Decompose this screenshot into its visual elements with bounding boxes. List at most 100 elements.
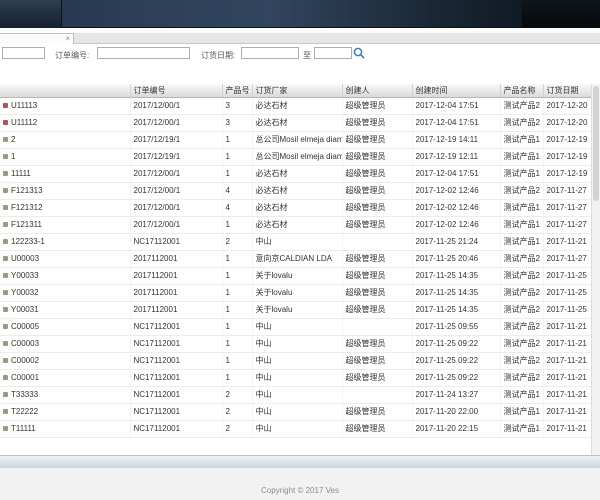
cell-created: 2017-12-02 12:46 xyxy=(412,216,501,234)
table-row[interactable]: T11111 NC17112001 2 中山 超级管理员 2017-11-20 … xyxy=(0,420,591,438)
filter-bar: 订单编号: 订货日期: 至 xyxy=(0,44,600,63)
cell-product-no: 1 xyxy=(222,131,253,149)
table-row[interactable]: Y00033 2017112001 1 关于lovalu 超级管理员 2017-… xyxy=(0,267,591,285)
cell-order-date: 2017-11-21 xyxy=(543,233,591,251)
cell-product-name: 测试产品2 xyxy=(500,301,544,319)
cell-creator: 超级管理员 xyxy=(342,335,413,353)
col-header-factory[interactable]: 订货厂家 xyxy=(252,84,343,98)
date-from-input[interactable] xyxy=(241,47,299,59)
cell-order-date: 2017-12-20 xyxy=(543,97,591,115)
col-header-order-date[interactable]: 订货日期 xyxy=(543,84,591,98)
cell-factory: 总公司Mosil elmeja diamonds fact xyxy=(252,131,343,149)
table-row[interactable]: C00002 NC17112001 1 中山 超级管理员 2017-11-25 … xyxy=(0,352,591,370)
cell-creator: 超级管理员 xyxy=(342,267,413,285)
cell-created: 2017-11-20 22:00 xyxy=(412,403,501,421)
cell-factory: 必达石材 xyxy=(252,216,343,234)
table-row[interactable]: U11113 2017/12/00/1 3 必达石材 超级管理员 2017-12… xyxy=(0,97,591,115)
row-status-icon xyxy=(3,425,8,431)
table-row[interactable]: C00001 NC17112001 1 中山 超级管理员 2017-11-25 … xyxy=(0,369,591,387)
scrollbar-thumb[interactable] xyxy=(593,86,599,201)
vertical-scrollbar[interactable] xyxy=(591,84,600,455)
table-row[interactable]: T22222 NC17112001 2 中山 超级管理员 2017-11-20 … xyxy=(0,403,591,421)
cell-creator: 超级管理员 xyxy=(342,131,413,149)
order-no-input[interactable] xyxy=(97,47,190,59)
cell-order-date: 2017-11-25 xyxy=(543,267,591,285)
cell-order-no: 2017/12/00/1 xyxy=(130,114,223,132)
cell-creator: 超级管理员 xyxy=(342,284,413,302)
order-date-label: 订货日期: xyxy=(201,51,236,60)
cell-factory: 中山 xyxy=(252,233,343,251)
cell-product-no: 1 xyxy=(222,216,253,234)
cell-id: C00003 xyxy=(0,335,131,353)
table-row[interactable]: Y00031 2017112001 1 关于lovalu 超级管理员 2017-… xyxy=(0,301,591,319)
table-row[interactable]: F121311 2017/12/00/1 1 必达石材 超级管理员 2017-1… xyxy=(0,216,591,234)
horizontal-scrollbar[interactable] xyxy=(0,455,600,467)
row-status-icon xyxy=(3,391,8,397)
cell-created: 2017-12-04 17:51 xyxy=(412,165,501,183)
cell-product-no: 1 xyxy=(222,318,253,336)
col-header-created[interactable]: 创建时间 xyxy=(412,84,501,98)
search-button[interactable] xyxy=(352,46,366,60)
table-row[interactable]: T33333 NC17112001 2 中山 2017-11-24 13:27 … xyxy=(0,386,591,404)
table-row[interactable]: 2 2017/12/19/1 1 总公司Mosil elmeja diamond… xyxy=(0,131,591,149)
col-header-creator[interactable]: 创建人 xyxy=(342,84,413,98)
table-row[interactable]: 122233-1 NC17112001 2 中山 2017-11-25 21:2… xyxy=(0,233,591,251)
row-status-icon xyxy=(3,238,8,244)
tab-bar: × xyxy=(0,33,600,44)
cell-id: C00005 xyxy=(0,318,131,336)
cell-created: 2017-11-25 09:55 xyxy=(412,318,501,336)
table-row[interactable]: U11112 2017/12/00/1 3 必达石材 超级管理员 2017-12… xyxy=(0,114,591,132)
date-to-input[interactable] xyxy=(314,47,352,59)
cell-created: 2017-11-25 21:24 xyxy=(412,233,501,251)
cell-order-no: 2017/12/00/1 xyxy=(130,199,223,217)
cell-creator: 超级管理员 xyxy=(342,182,413,200)
table-row[interactable]: U00003 2017112001 1 意向京CALDIAN LDA 超级管理员… xyxy=(0,250,591,268)
col-header-product-no[interactable]: 产品号 xyxy=(222,84,253,98)
cell-creator: 超级管理员 xyxy=(342,165,413,183)
row-status-icon xyxy=(3,289,8,295)
cell-product-name: 测试产品2 xyxy=(500,97,544,115)
col-header-product-name[interactable]: 产品名称 xyxy=(500,84,544,98)
cell-order-no: 2017112001 xyxy=(130,301,223,319)
table-row[interactable]: C00003 NC17112001 1 中山 超级管理员 2017-11-25 … xyxy=(0,335,591,353)
cell-order-date: 2017-11-27 xyxy=(543,199,591,217)
cell-product-name: 测试产品1 xyxy=(500,199,544,217)
cell-product-no: 4 xyxy=(222,199,253,217)
cell-order-date: 2017-11-27 xyxy=(543,182,591,200)
cell-product-name: 测试产品2 xyxy=(500,182,544,200)
cell-created: 2017-11-20 22:15 xyxy=(412,420,501,438)
filter-input-first[interactable] xyxy=(2,47,45,59)
tab-close-icon[interactable]: × xyxy=(65,35,70,43)
table-body: U11113 2017/12/00/1 3 必达石材 超级管理员 2017-12… xyxy=(0,97,591,438)
cell-product-no: 1 xyxy=(222,250,253,268)
row-status-icon xyxy=(3,408,8,414)
cell-creator: 超级管理员 xyxy=(342,250,413,268)
table-row[interactable]: Y00032 2017112001 1 关于lovalu 超级管理员 2017-… xyxy=(0,284,591,302)
col-header-id[interactable] xyxy=(0,84,131,98)
tab-order-list[interactable]: × xyxy=(0,33,74,44)
header-right-area xyxy=(522,0,600,28)
cell-created: 2017-11-25 09:22 xyxy=(412,352,501,370)
cell-product-name: 测试产品1 xyxy=(500,131,544,149)
cell-order-date: 2017-11-21 xyxy=(543,403,591,421)
col-header-order-no[interactable]: 订单编号 xyxy=(130,84,223,98)
cell-factory: 中山 xyxy=(252,352,343,370)
table-row[interactable]: C00005 NC17112001 1 中山 2017-11-25 09:55 … xyxy=(0,318,591,336)
order-no-label: 订单编号: xyxy=(55,51,90,60)
app-header xyxy=(0,0,600,28)
row-status-icon xyxy=(3,102,8,108)
cell-product-name: 测试产品1 xyxy=(500,165,544,183)
table-row[interactable]: F121313 2017/12/00/1 4 必达石材 超级管理员 2017-1… xyxy=(0,182,591,200)
table-row[interactable]: F121312 2017/12/00/1 4 必达石材 超级管理员 2017-1… xyxy=(0,199,591,217)
cell-id: Y00031 xyxy=(0,301,131,319)
cell-order-no: NC17112001 xyxy=(130,335,223,353)
row-status-icon xyxy=(3,357,8,363)
table-row[interactable]: 1 2017/12/19/1 1 总公司Mosil elmeja diamond… xyxy=(0,148,591,166)
cell-creator: 超级管理员 xyxy=(342,199,413,217)
cell-order-date: 2017-11-27 xyxy=(543,216,591,234)
cell-creator xyxy=(342,233,413,251)
cell-order-no: 2017/12/00/1 xyxy=(130,165,223,183)
cell-factory: 必达石材 xyxy=(252,182,343,200)
cell-order-no: NC17112001 xyxy=(130,352,223,370)
table-row[interactable]: 11111 2017/12/00/1 1 必达石材 超级管理员 2017-12-… xyxy=(0,165,591,183)
